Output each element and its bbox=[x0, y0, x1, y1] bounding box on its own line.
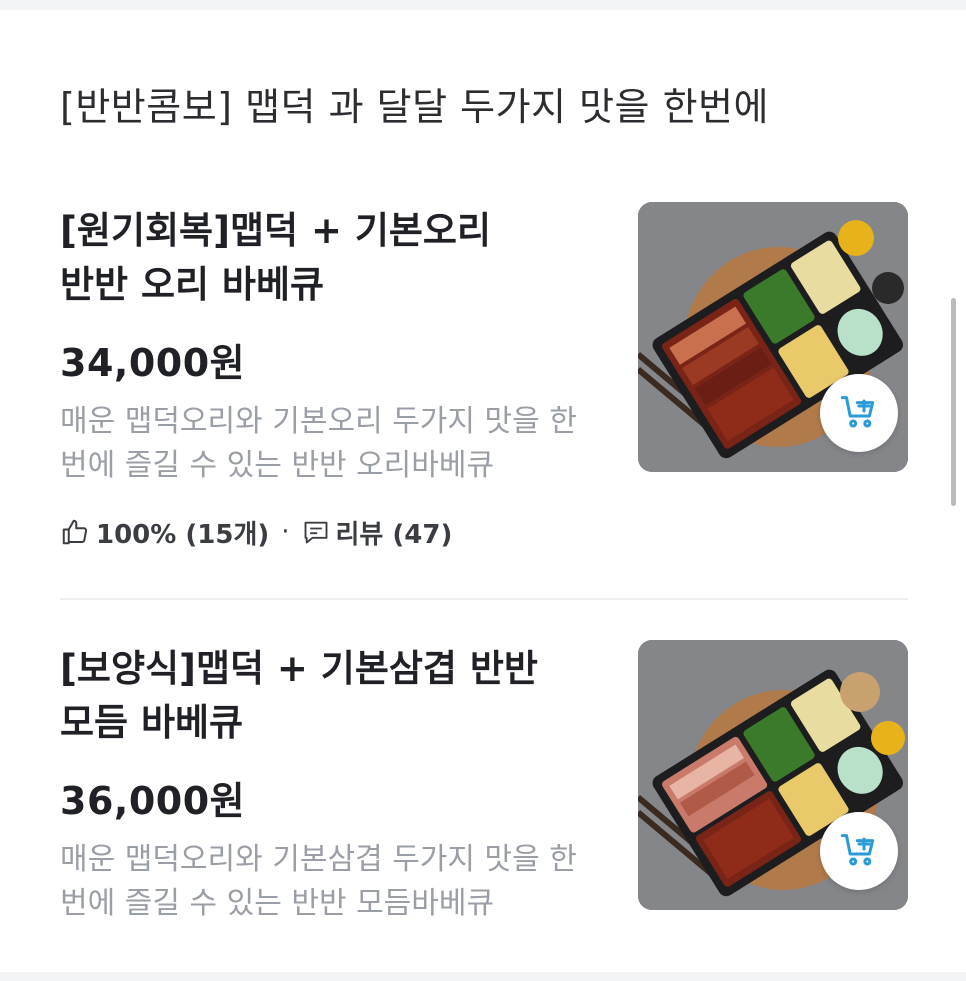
product-image[interactable] bbox=[638, 202, 908, 472]
product-description: 매운 맵덕오리와 기본오리 두가지 맛을 한번에 즐길 수 있는 반반 오리바베… bbox=[60, 404, 577, 483]
thumbs-up-icon bbox=[60, 517, 90, 547]
add-to-cart-icon bbox=[839, 829, 879, 873]
product-price: 34,000원 bbox=[60, 341, 246, 385]
scrollbar[interactable] bbox=[951, 298, 956, 506]
product-image[interactable] bbox=[638, 640, 908, 910]
product-divider bbox=[60, 598, 908, 600]
meta-separator: · bbox=[281, 517, 290, 547]
top-band bbox=[0, 0, 966, 10]
product-meta: 100% (15개) · 리뷰 (47) bbox=[60, 512, 452, 552]
add-to-cart-button[interactable] bbox=[820, 812, 898, 890]
review-count[interactable]: 리뷰 (47) bbox=[336, 514, 453, 551]
bottom-band bbox=[0, 972, 966, 981]
add-to-cart-icon bbox=[839, 391, 879, 435]
review-icon bbox=[302, 518, 330, 546]
section-title: [반반콤보] 맵덕 과 달달 두가지 맛을 한번에 bbox=[60, 85, 769, 129]
product-description: 매운 맵덕오리와 기본삼겹 두가지 맛을 한번에 즐길 수 있는 반반 모듬바베… bbox=[60, 842, 577, 921]
product-name[interactable]: [보양식]맵덕 + 기본삼겹 반반 모듬 바베큐 bbox=[60, 642, 600, 750]
add-to-cart-button[interactable] bbox=[820, 374, 898, 452]
product-name[interactable]: [원기회복]맵덕 + 기본오리 반반 오리 바베큐 bbox=[60, 204, 600, 312]
product-price: 36,000원 bbox=[60, 779, 246, 823]
rating-text: 100% (15개) bbox=[96, 519, 270, 550]
